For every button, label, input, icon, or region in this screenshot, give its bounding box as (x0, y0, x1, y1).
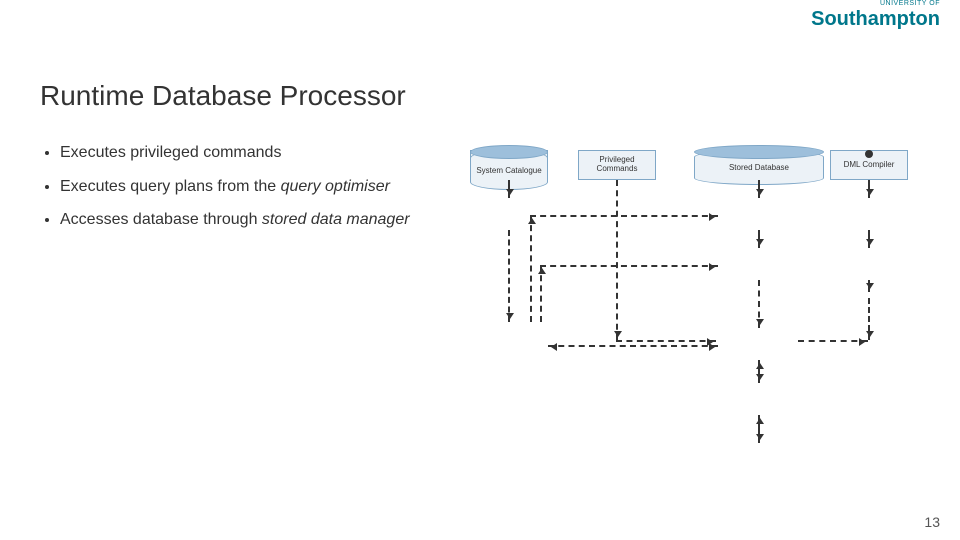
box-privileged-commands: Privileged Commands (578, 150, 656, 180)
architecture-diagram: DDL Statements Privileged Commands Inter… (460, 150, 960, 530)
arrow (548, 345, 718, 347)
arrow (758, 230, 760, 248)
bullet-item: Executes privileged commands (60, 140, 440, 166)
arrow (758, 280, 760, 328)
arrow (758, 415, 760, 443)
arrow (616, 340, 716, 342)
bullet-item: Accesses database through stored data ma… (60, 207, 440, 233)
university-logo: Southampton (811, 8, 940, 31)
arrow (540, 265, 542, 322)
page-number: 13 (924, 514, 940, 530)
slide-title: Runtime Database Processor (40, 80, 406, 112)
arrow (868, 180, 870, 198)
arrow (530, 215, 718, 217)
arrow (530, 215, 532, 322)
arrow (798, 340, 868, 342)
junction-dot (865, 150, 873, 158)
logo-subtitle: UNIVERSITY OF (880, 0, 940, 7)
arrow (758, 180, 760, 198)
arrow (508, 180, 510, 198)
bullet-item: Executes query plans from the query opti… (60, 174, 440, 200)
arrow (868, 230, 870, 248)
arrow (540, 265, 718, 267)
arrow (508, 230, 510, 322)
bullet-list: Executes privileged commands Executes qu… (40, 140, 440, 241)
arrow (868, 280, 870, 292)
arrow (868, 298, 870, 340)
arrow (616, 180, 618, 340)
arrow (758, 360, 760, 383)
